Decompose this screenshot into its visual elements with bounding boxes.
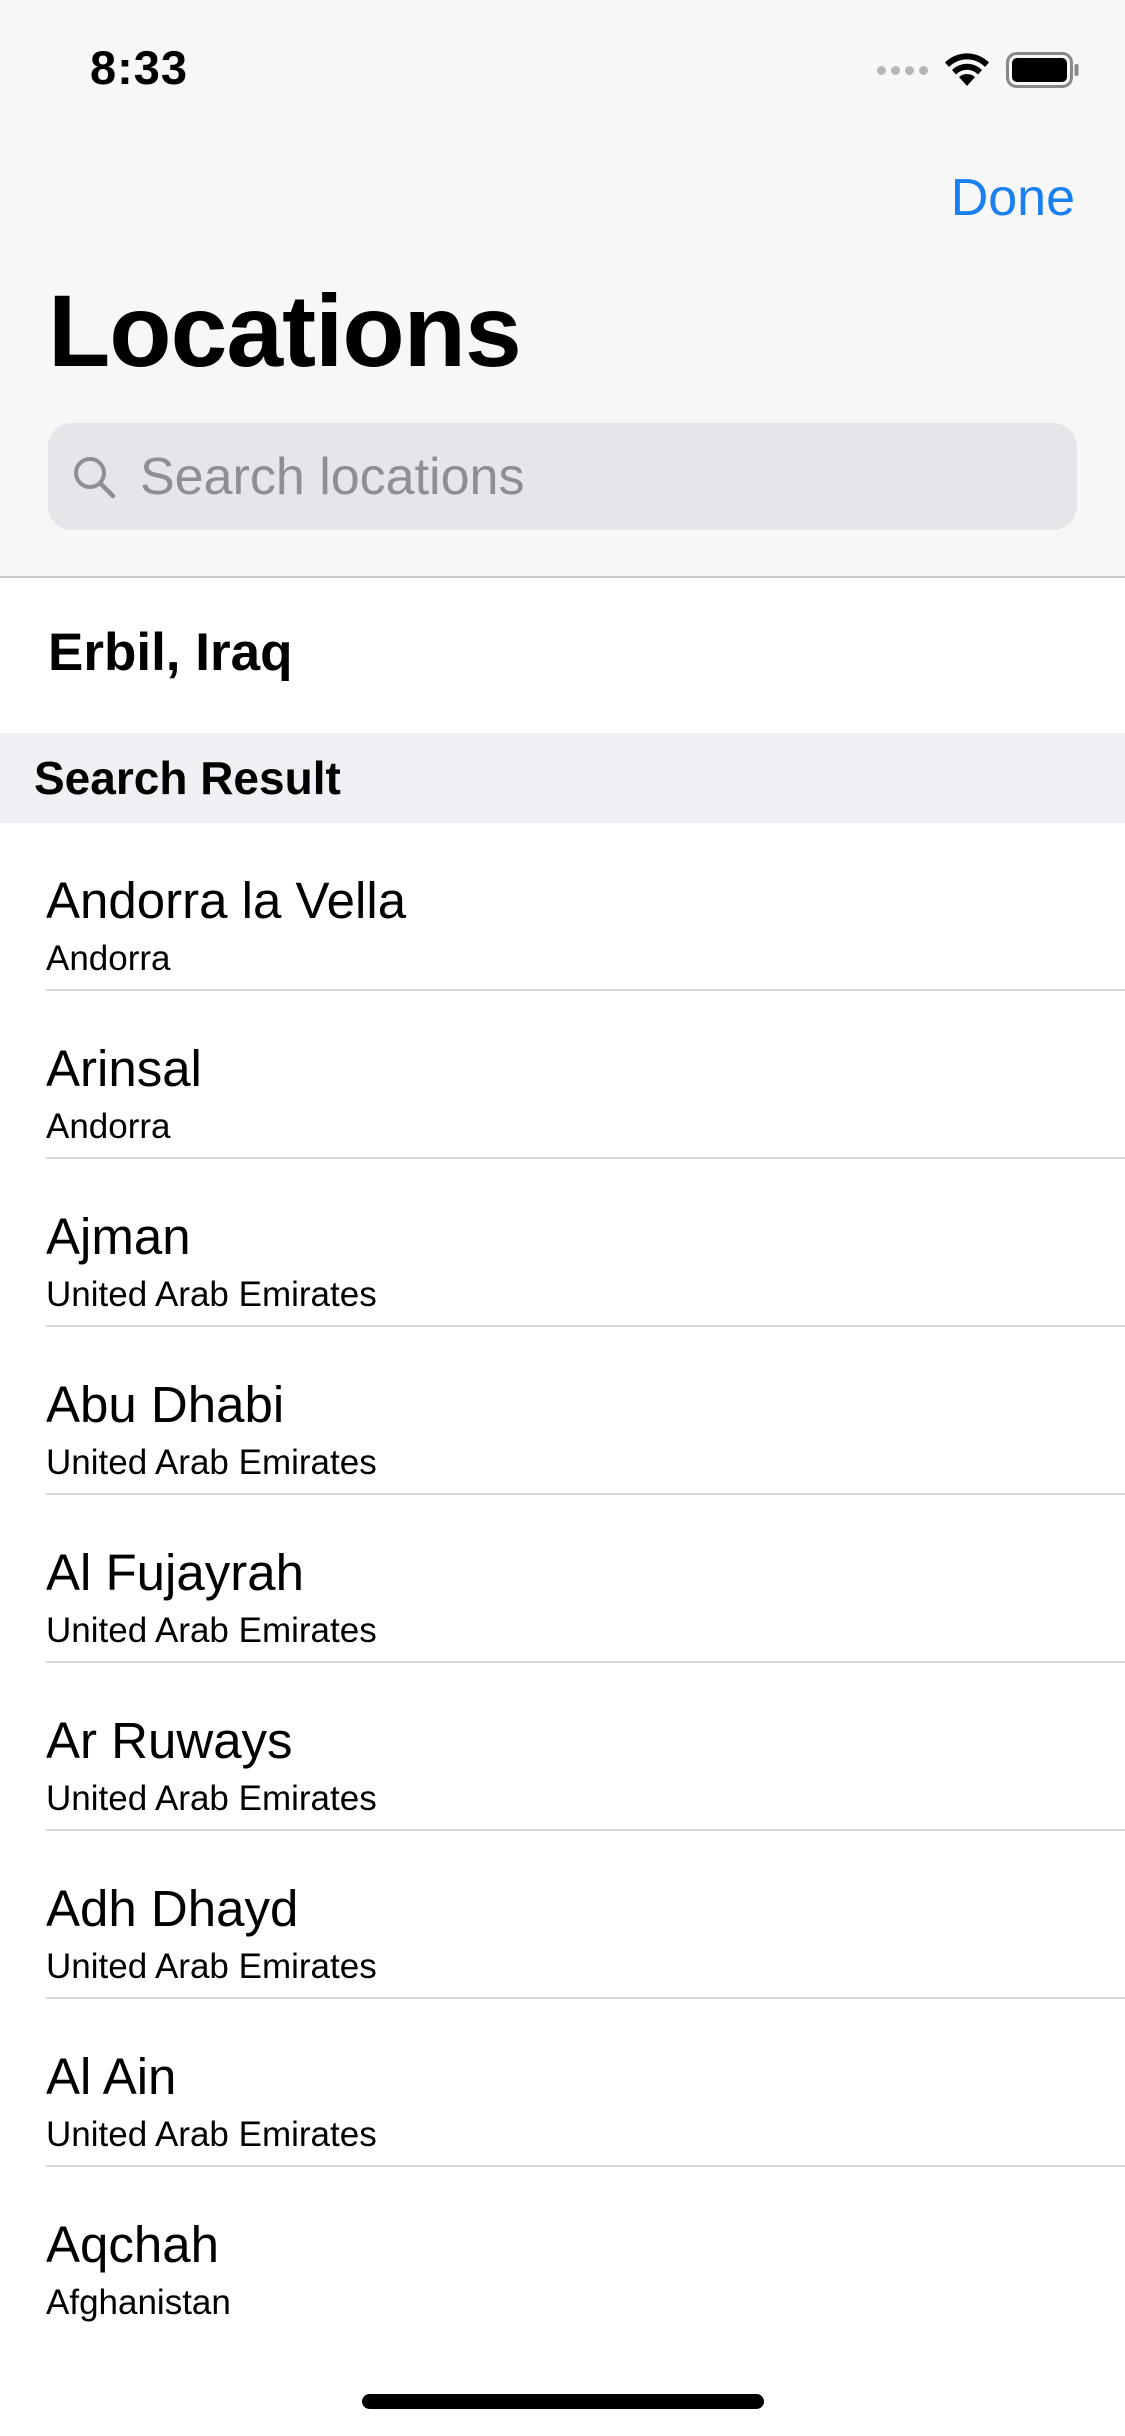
status-icons <box>877 50 1080 90</box>
city-name: Al Fujayrah <box>46 1544 304 1601</box>
city-name: Andorra la Vella <box>46 872 407 929</box>
locations-screen: 8:33 Done Locations Search locations Erb… <box>0 0 1125 2436</box>
list-item[interactable]: Andorra la Vella Andorra <box>0 823 1125 991</box>
country-name: Andorra <box>46 939 171 978</box>
city-name: Abu Dhabi <box>46 1376 285 1433</box>
battery-icon <box>1006 52 1079 88</box>
country-name: United Arab Emirates <box>46 1443 377 1482</box>
done-button[interactable]: Done <box>951 168 1075 228</box>
signal-dots-icon <box>877 65 928 75</box>
list-item[interactable]: Arinsal Andorra <box>0 991 1125 1159</box>
header: 8:33 Done Locations <box>0 0 1125 578</box>
section-header-label: Search Result <box>34 752 341 804</box>
list-item[interactable]: Ajman United Arab Emirates <box>0 1159 1125 1327</box>
country-name: United Arab Emirates <box>46 1947 377 1986</box>
current-location[interactable]: Erbil, Iraq <box>48 622 292 683</box>
city-name: Al Ain <box>46 2048 177 2105</box>
list-item[interactable]: Adh Dhayd United Arab Emirates <box>0 1831 1125 1999</box>
country-name: United Arab Emirates <box>46 1275 377 1314</box>
country-name: United Arab Emirates <box>46 2115 377 2154</box>
list-item[interactable]: Al Ain United Arab Emirates <box>0 1999 1125 2167</box>
home-indicator[interactable] <box>362 2394 764 2409</box>
country-name: United Arab Emirates <box>46 1779 377 1818</box>
search-input[interactable] <box>138 445 1042 508</box>
status-time: 8:33 <box>90 41 189 94</box>
country-name: Afghanistan <box>46 2283 231 2322</box>
list-item[interactable]: Aqchah Afghanistan <box>0 2167 1125 2335</box>
search-icon <box>74 456 116 498</box>
city-name: Aqchah <box>46 2216 219 2273</box>
list-item[interactable]: Abu Dhabi United Arab Emirates <box>0 1327 1125 1495</box>
results-list: Andorra la Vella Andorra Arinsal Andorra… <box>0 823 1125 2335</box>
country-name: United Arab Emirates <box>46 1611 377 1650</box>
wifi-icon <box>945 53 989 86</box>
list-item[interactable]: Ar Ruways United Arab Emirates <box>0 1663 1125 1831</box>
city-name: Ajman <box>46 1208 191 1265</box>
city-name: Arinsal <box>46 1040 202 1097</box>
search-bar[interactable] <box>48 423 1077 530</box>
city-name: Ar Ruways <box>46 1712 293 1769</box>
country-name: Andorra <box>46 1107 171 1146</box>
page-title: Locations <box>48 274 522 388</box>
list-item[interactable]: Al Fujayrah United Arab Emirates <box>0 1495 1125 1663</box>
city-name: Adh Dhayd <box>46 1880 299 1937</box>
section-header: Search Result <box>0 733 1125 823</box>
